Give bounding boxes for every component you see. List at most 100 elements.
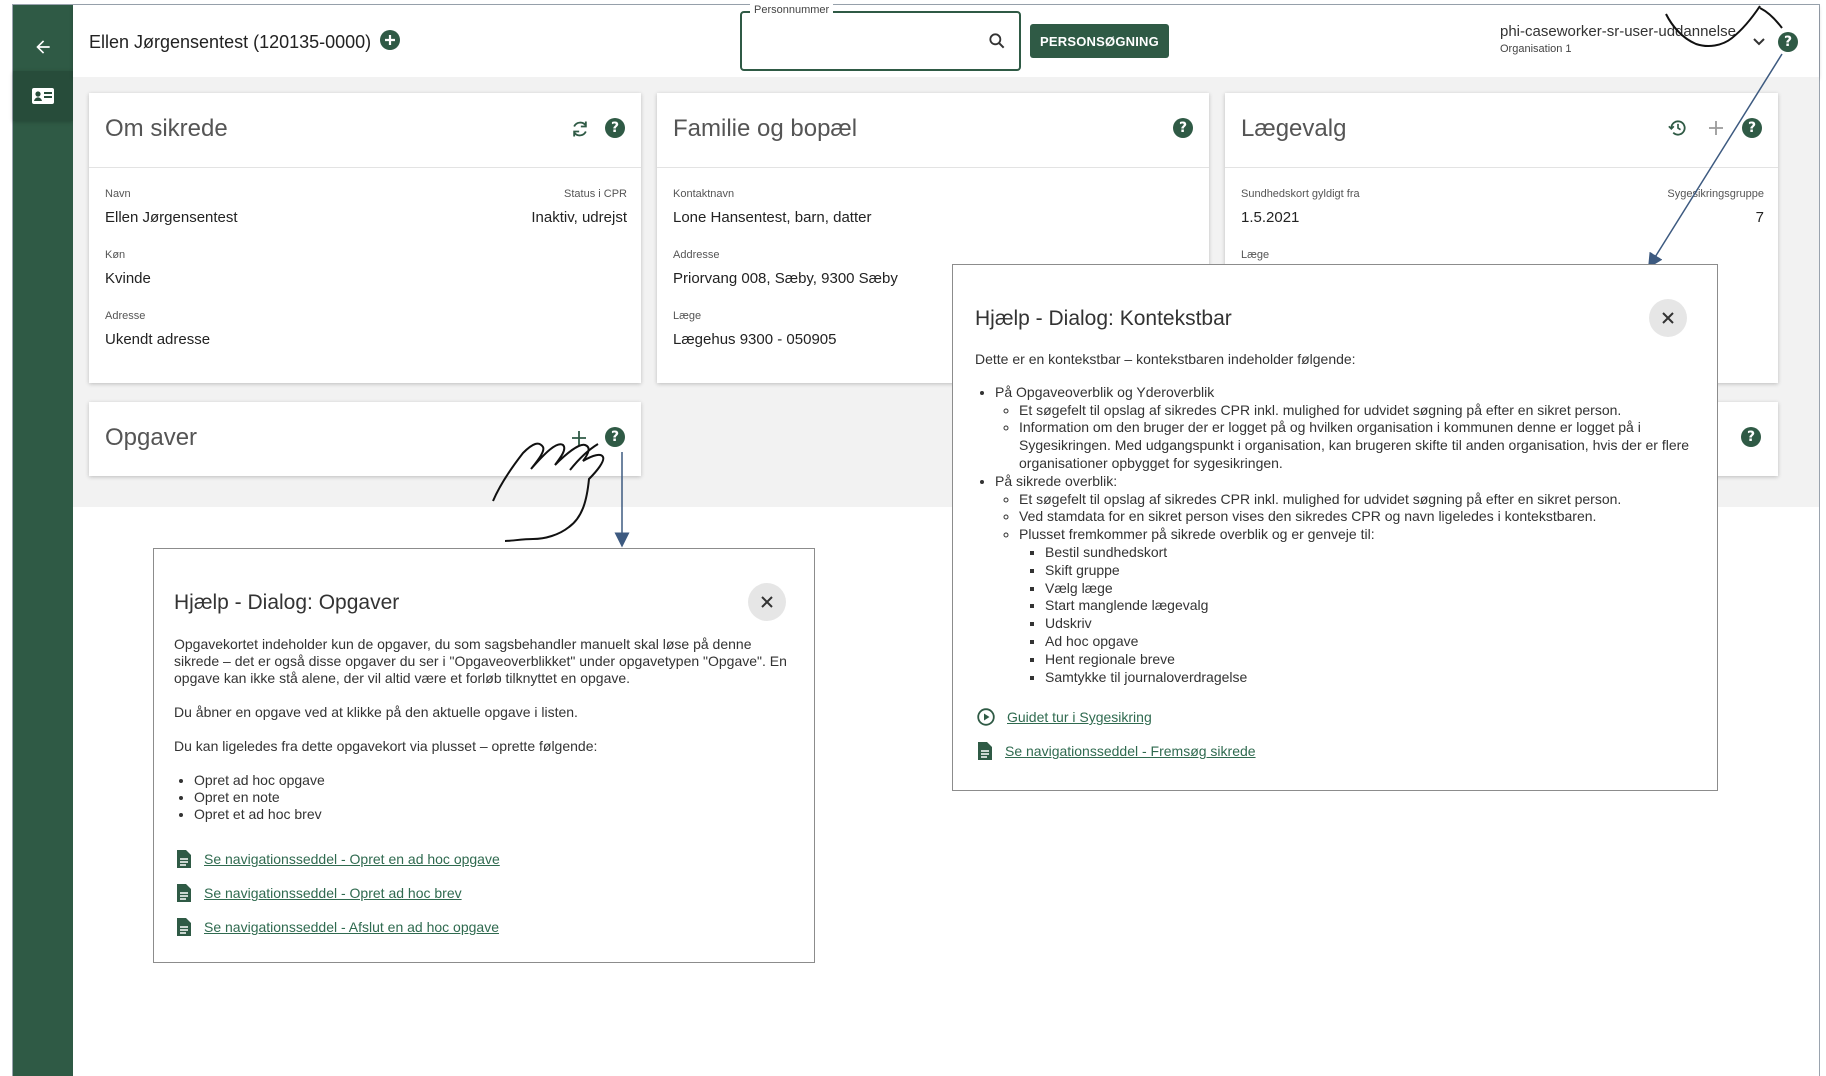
history-icon xyxy=(1668,120,1686,136)
section-item: Et søgefelt til opslag af sikredes CPR i… xyxy=(1019,491,1705,509)
hidden-card-help-button[interactable]: ? xyxy=(1741,427,1761,447)
gender-value: Kvinde xyxy=(105,270,151,287)
user-name[interactable]: phi-caseworker-sr-user-uddannelse xyxy=(1500,23,1736,40)
card-valid-value: 1.5.2021 xyxy=(1241,209,1300,226)
help-icon: ? xyxy=(1742,118,1762,138)
help-dialog-kontekstbar: Hjælp - Dialog: Kontekstbar Dette er en … xyxy=(952,264,1718,791)
nav-link-label: Se navigationsseddel - Afslut en ad hoc … xyxy=(204,919,499,935)
section-item: Information om den bruger der er logget … xyxy=(1019,419,1705,472)
family-address-label: Addresse xyxy=(673,249,720,261)
dialog-opgaver-body: Opgavekortet indeholder kun de opgaver, … xyxy=(174,636,799,823)
refresh-icon xyxy=(573,121,587,137)
address-label: Adresse xyxy=(105,310,146,322)
dialog-opgaver-para1: Opgavekortet indeholder kun de opgaver, … xyxy=(174,636,787,686)
close-icon xyxy=(1662,312,1674,324)
add-doctor-button[interactable] xyxy=(1705,117,1727,139)
dialog-kontekstbar-body: Dette er en kontekstbar – kontekstbaren … xyxy=(975,351,1705,686)
shortcut-item: Samtykke til journaloverdragelse xyxy=(1045,669,1705,687)
dialog-opgaver-para2: Du åbner en opgave ved at klikke på den … xyxy=(174,704,578,720)
status-value: Inaktiv, udrejst xyxy=(531,209,627,226)
play-circle-icon xyxy=(977,708,995,726)
family-doctor-value: Lægehus 9300 - 050905 xyxy=(673,331,837,348)
nav-link-label: Se navigationsseddel - Opret ad hoc brev xyxy=(204,885,462,901)
dialog-opgaver-item: Opret en note xyxy=(194,789,799,806)
refresh-button[interactable] xyxy=(569,118,591,140)
opgaver-help-button[interactable]: ? xyxy=(605,427,625,447)
family-doctor-label: Læge xyxy=(673,310,702,322)
help-icon: ? xyxy=(1778,32,1798,52)
arrow-left-icon xyxy=(36,40,50,54)
nav-link-close-adhoc-task[interactable]: Se navigationsseddel - Afslut en ad hoc … xyxy=(176,917,499,937)
dialog-kontekstbar-title: Hjælp - Dialog: Kontekstbar xyxy=(975,307,1232,330)
add-task-button[interactable] xyxy=(568,427,590,449)
back-button[interactable] xyxy=(13,17,73,77)
familie-title: Familie og bopæl xyxy=(673,115,858,142)
om-sikrede-card: Om sikrede ? Navn Ellen Jørgensentest St… xyxy=(89,93,641,383)
id-card-icon xyxy=(32,88,54,104)
guided-tour-label: Guidet tur i Sygesikring xyxy=(1007,709,1152,725)
cpr-search-input[interactable] xyxy=(752,29,972,53)
nav-link-create-adhoc-letter[interactable]: Se navigationsseddel - Opret ad hoc brev xyxy=(176,883,462,903)
person-card-nav-button[interactable] xyxy=(13,71,73,121)
history-button[interactable] xyxy=(1667,117,1689,139)
shortcut-item: Hent regionale breve xyxy=(1045,651,1705,669)
help-icon: ? xyxy=(1173,118,1193,138)
laegevalg-doctor-label: Læge xyxy=(1241,249,1270,261)
dialog-kontekstbar-section: På sikrede overblik: Et søgefelt til ops… xyxy=(995,473,1705,687)
dialog-kontekstbar-intro: Dette er en kontekstbar – kontekstbaren … xyxy=(975,351,1356,367)
section-item-label: Plusset fremkommer på sikrede overblik o… xyxy=(1019,526,1375,543)
search-icon[interactable] xyxy=(987,31,1007,51)
help-icon: ? xyxy=(605,427,625,447)
nav-link-create-adhoc-task[interactable]: Se navigationsseddel - Opret en ad hoc o… xyxy=(176,849,500,869)
group-value: 7 xyxy=(1755,209,1764,226)
nav-link-search-insured[interactable]: Se navigationsseddel - Fremsøg sikrede xyxy=(977,741,1256,761)
om-sikrede-help-button[interactable]: ? xyxy=(605,118,625,138)
document-icon xyxy=(177,884,191,902)
familie-help-button[interactable]: ? xyxy=(1173,118,1193,138)
contact-value: Lone Hansentest, barn, datter xyxy=(673,209,872,226)
search-field-label: Personnummer xyxy=(750,4,834,16)
dialog-kontekstbar-close-button[interactable] xyxy=(1649,299,1687,337)
dialog-kontekstbar-section: På Opgaveoverblik og Yderoverblik Et søg… xyxy=(995,384,1705,473)
shortcut-item: Bestil sundhedskort xyxy=(1045,544,1705,562)
help-icon: ? xyxy=(1741,427,1761,447)
shortcut-item: Ad hoc opgave xyxy=(1045,633,1705,651)
nav-link-label: Se navigationsseddel - Opret en ad hoc o… xyxy=(204,851,500,867)
guided-tour-link[interactable]: Guidet tur i Sygesikring xyxy=(977,708,1152,726)
section-label: På sikrede overblik: xyxy=(995,472,1118,489)
shortcut-item: Vælg læge xyxy=(1045,580,1705,598)
card-divider xyxy=(1225,167,1778,168)
cpr-search-field[interactable]: Personnummer xyxy=(740,4,1021,71)
dialog-opgaver-item: Opret et ad hoc brev xyxy=(194,806,799,823)
nav-link-label: Se navigationsseddel - Fremsøg sikrede xyxy=(1005,743,1256,759)
address-value: Ukendt adresse xyxy=(105,331,211,348)
shortcut-item: Udskriv xyxy=(1045,615,1705,633)
section-item: Plusset fremkommer på sikrede overblik o… xyxy=(1019,526,1705,686)
chevron-down-icon xyxy=(1753,38,1765,46)
add-shortcut-button[interactable] xyxy=(380,30,400,50)
left-navigation-rail xyxy=(13,5,73,1076)
om-sikrede-title: Om sikrede xyxy=(105,115,228,142)
user-organisation[interactable]: Organisation 1 xyxy=(1500,43,1572,55)
document-icon xyxy=(177,918,191,936)
name-label: Navn xyxy=(105,188,131,200)
plus-circle-icon xyxy=(380,30,400,50)
dialog-opgaver-item: Opret ad hoc opgave xyxy=(194,772,799,789)
dialog-opgaver-close-button[interactable] xyxy=(748,583,786,621)
contact-label: Kontaktnavn xyxy=(673,188,735,200)
section-label: På Opgaveoverblik og Yderoverblik xyxy=(995,383,1215,400)
laegevalg-help-button[interactable]: ? xyxy=(1742,118,1762,138)
context-bar-help-button[interactable]: ? xyxy=(1778,32,1798,52)
laegevalg-title: Lægevalg xyxy=(1241,115,1347,142)
person-search-button[interactable]: PERSONSØGNING xyxy=(1030,24,1169,58)
section-item: Et søgefelt til opslag af sikredes CPR i… xyxy=(1019,402,1705,420)
plus-icon xyxy=(572,431,586,445)
group-label: Sygesikringsgruppe xyxy=(1667,188,1764,200)
section-item: Ved stamdata for en sikret person vises … xyxy=(1019,508,1705,526)
dialog-opgaver-para3: Du kan ligeledes fra dette opgavekort vi… xyxy=(174,738,598,754)
family-address-value: Priorvang 008, Sæby, 9300 Sæby xyxy=(673,270,898,287)
user-menu-toggle[interactable] xyxy=(1751,33,1767,49)
card-valid-label: Sundhedskort gyldigt fra xyxy=(1241,188,1360,200)
shortcut-item: Skift gruppe xyxy=(1045,562,1705,580)
shortcut-item: Start manglende lægevalg xyxy=(1045,597,1705,615)
